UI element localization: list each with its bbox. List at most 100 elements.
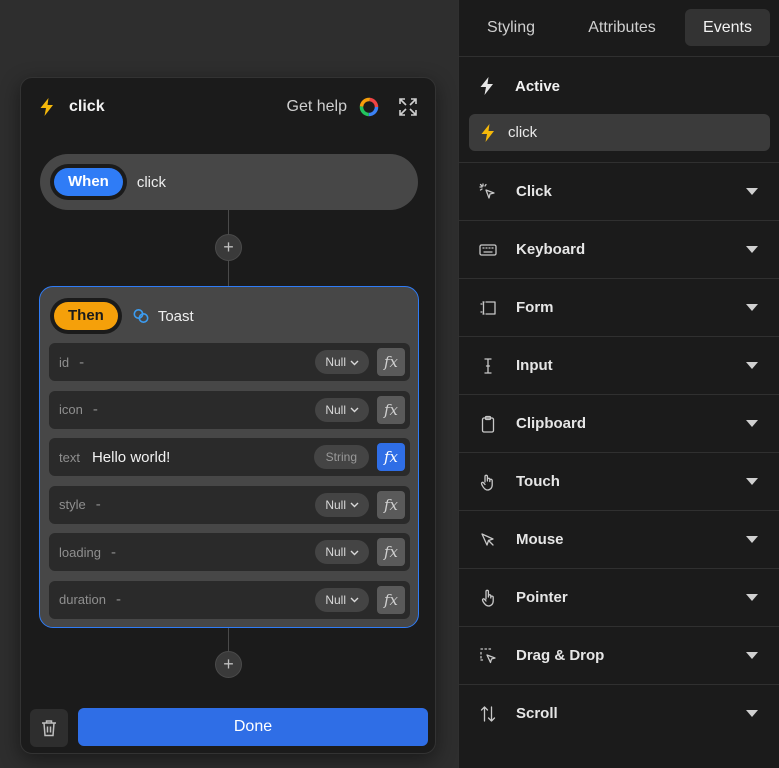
param-row-text[interactable]: text Hello world! String fx <box>49 438 410 476</box>
caret-down-icon[interactable] <box>746 477 758 486</box>
param-row-loading[interactable]: loading - Null fx <box>49 533 410 571</box>
formula-button[interactable]: fx <box>377 538 405 566</box>
form-field-icon <box>480 300 496 315</box>
help-ring-icon[interactable] <box>359 97 379 117</box>
param-value[interactable]: - <box>111 544 116 561</box>
caret-down-icon[interactable] <box>746 245 758 254</box>
param-value[interactable]: Hello world! <box>92 449 170 466</box>
param-name: style <box>59 497 86 512</box>
event-category-input[interactable]: Input <box>459 336 779 394</box>
chevron-down-icon <box>350 407 359 413</box>
event-category-drag-drop[interactable]: Drag & Drop <box>459 626 779 684</box>
param-type-label: Null <box>325 592 346 607</box>
caret-down-icon[interactable] <box>746 651 758 660</box>
event-editor-panel: click Get help When click + Then Toast i… <box>20 77 436 754</box>
caret-down-icon[interactable] <box>746 187 758 196</box>
caret-down-icon[interactable] <box>746 535 758 544</box>
param-type-label: Null <box>325 355 346 369</box>
active-event-chip[interactable]: click <box>469 114 770 151</box>
active-event-label: click <box>508 124 538 141</box>
pointer-burst-icon <box>479 182 495 199</box>
then-pill-wrap: Then <box>50 298 122 334</box>
param-type-select[interactable]: Null <box>315 397 369 422</box>
event-category-form[interactable]: Form <box>459 278 779 336</box>
param-name: text <box>59 449 80 465</box>
active-label: Active <box>515 77 561 95</box>
formula-button[interactable]: fx <box>377 443 405 471</box>
param-type-select[interactable]: Null <box>315 587 369 612</box>
param-type-select[interactable]: Null <box>315 350 369 374</box>
done-button[interactable]: Done <box>78 708 428 746</box>
tab-styling[interactable]: Styling <box>469 9 553 46</box>
then-action-block: Then Toast id - Null fx icon - Null fx text Hello… <box>39 286 419 628</box>
caret-down-icon[interactable] <box>746 593 758 602</box>
event-category-click[interactable]: Click <box>459 162 779 220</box>
formula-button[interactable]: fx <box>377 490 405 519</box>
param-value[interactable]: - <box>96 496 101 513</box>
then-header: Then Toast <box>50 297 194 335</box>
event-category-label: Scroll <box>516 705 558 722</box>
caret-down-icon[interactable] <box>746 709 758 718</box>
caret-down-icon[interactable] <box>746 361 758 370</box>
caret-down-icon[interactable] <box>746 419 758 428</box>
param-type-select[interactable]: String <box>313 445 369 469</box>
add-step-button-2[interactable]: + <box>215 651 242 678</box>
param-type-select[interactable]: Null <box>315 540 369 564</box>
param-type-label: Null <box>325 545 346 559</box>
caret-down-icon[interactable] <box>746 303 758 312</box>
param-row-id[interactable]: id - Null fx <box>49 343 410 381</box>
formula-button[interactable]: fx <box>377 348 405 376</box>
add-step-button-1[interactable]: + <box>215 234 242 261</box>
link-icon <box>133 309 149 323</box>
param-type-select[interactable]: Null <box>315 492 369 517</box>
event-category-label: Clipboard <box>516 415 586 432</box>
event-category-mouse[interactable]: Mouse <box>459 510 779 568</box>
param-type-label: Null <box>325 402 346 417</box>
get-help-link[interactable]: Get help <box>287 98 347 116</box>
event-category-keyboard[interactable]: Keyboard <box>459 220 779 278</box>
param-row-style[interactable]: style - Null fx <box>49 485 410 524</box>
text-cursor-icon <box>484 357 492 374</box>
app-root: click Get help When click + Then Toast i… <box>0 0 779 768</box>
event-category-touch[interactable]: Touch <box>459 452 779 510</box>
scroll-arrows-icon <box>480 705 496 722</box>
event-category-pointer[interactable]: Pointer <box>459 568 779 626</box>
tab-attributes[interactable]: Attributes <box>573 9 671 46</box>
event-category-label: Touch <box>516 473 560 490</box>
formula-button[interactable]: fx <box>377 395 405 424</box>
event-category-label: Mouse <box>516 531 564 548</box>
event-category-clipboard[interactable]: Clipboard <box>459 394 779 452</box>
event-category-label: Pointer <box>516 589 568 606</box>
cursor-arrow-icon <box>481 532 494 546</box>
when-trigger-block[interactable]: When click <box>40 154 418 210</box>
event-category-scroll[interactable]: Scroll <box>459 684 779 742</box>
param-value[interactable]: - <box>79 354 84 371</box>
then-action-name[interactable]: Toast <box>158 308 194 325</box>
param-row-duration[interactable]: duration - Null fx <box>49 580 410 619</box>
then-pill: Then <box>54 302 118 330</box>
param-name: icon <box>59 402 83 417</box>
hand-icon <box>480 474 493 491</box>
drag-drop-icon <box>480 647 496 663</box>
trash-icon <box>42 720 56 737</box>
expand-icon[interactable] <box>399 98 417 116</box>
sidebar-tabs: Styling Attributes Events <box>459 0 779 57</box>
chevron-down-icon <box>350 502 359 508</box>
chevron-down-icon <box>350 550 359 555</box>
clipboard-icon <box>481 415 495 433</box>
lightning-icon <box>481 123 494 142</box>
chevron-down-icon <box>350 597 359 603</box>
param-row-icon[interactable]: icon - Null fx <box>49 390 410 429</box>
chevron-down-icon <box>350 360 359 365</box>
hand-pointer-icon <box>481 589 494 607</box>
delete-button[interactable] <box>30 709 68 747</box>
tab-events[interactable]: Events <box>685 9 770 46</box>
event-category-label: Form <box>516 299 554 316</box>
lightning-icon <box>40 98 53 116</box>
editor-header: click Get help <box>21 78 435 136</box>
param-value[interactable]: - <box>116 591 121 608</box>
param-value[interactable]: - <box>93 401 98 418</box>
editor-title: click <box>69 98 105 115</box>
formula-button[interactable]: fx <box>377 585 405 614</box>
lightning-icon <box>480 77 493 95</box>
